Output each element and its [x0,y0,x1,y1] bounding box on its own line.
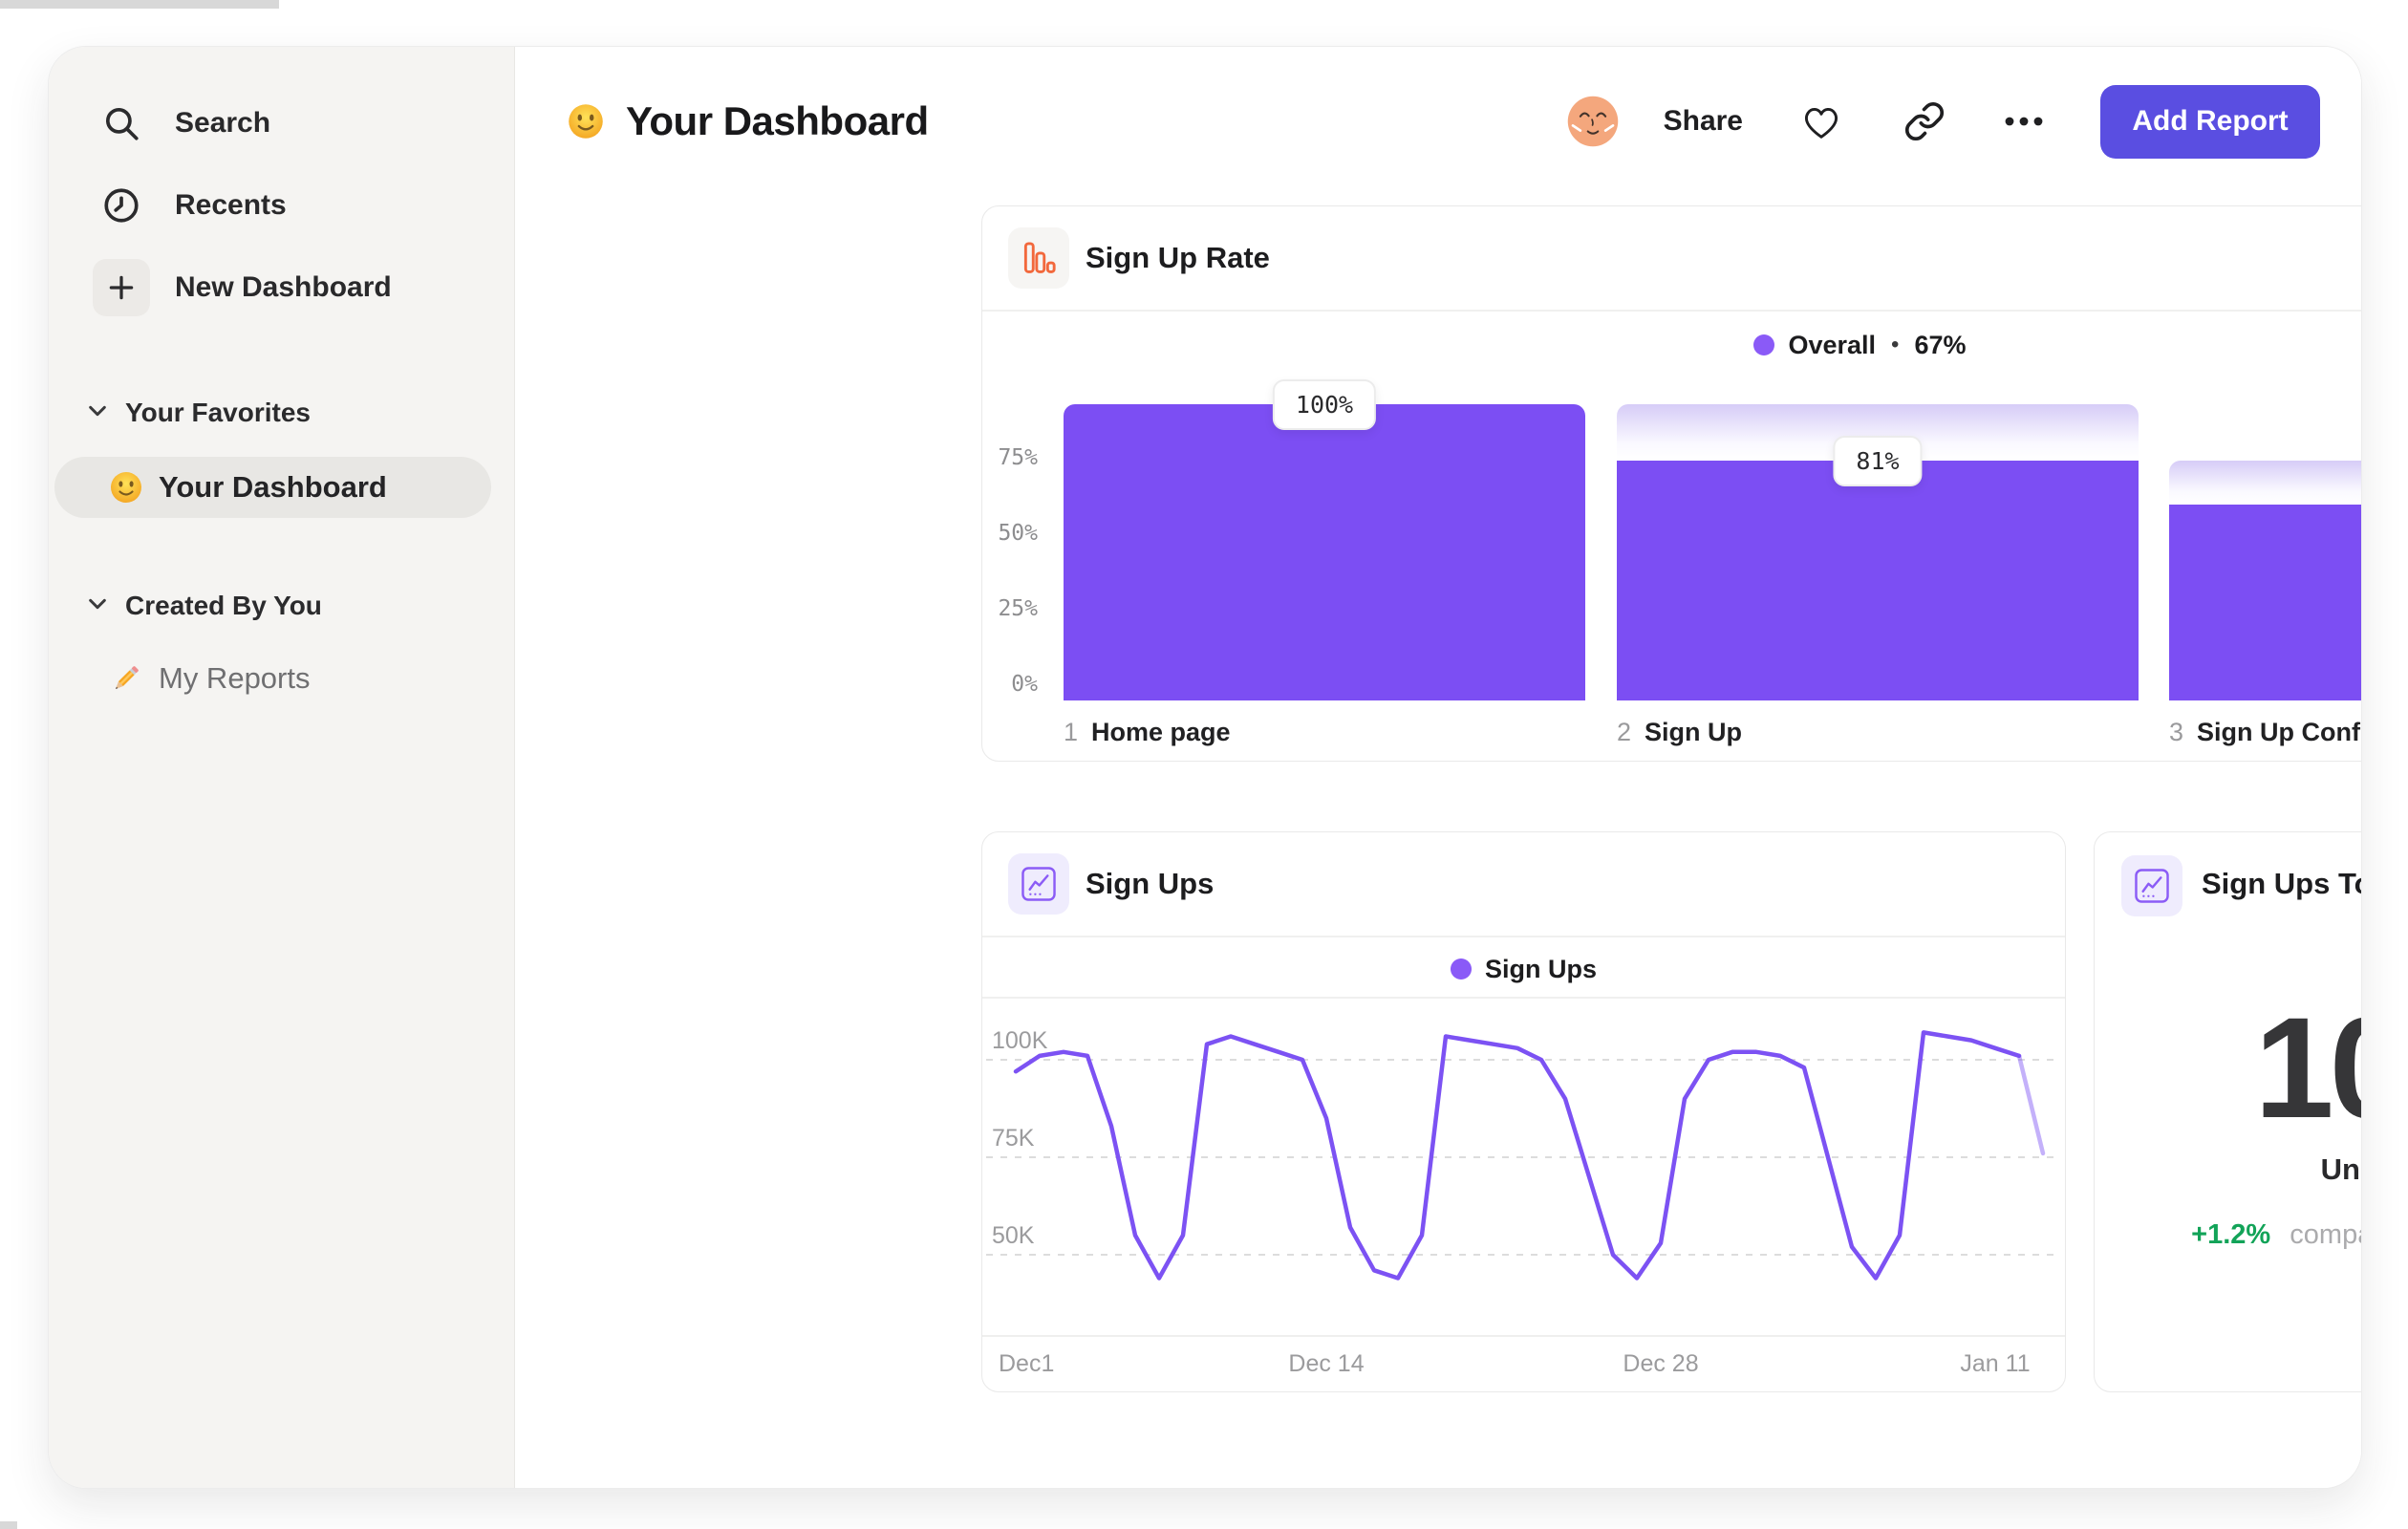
funnel-conversion-badge-step-1: 100% [1272,379,1377,430]
funnel-bar-step-3[interactable] [2169,505,2361,700]
screen-edge-artifact [0,0,279,9]
line-series-path [1013,1030,2022,1281]
metric-label: Unique Users [2320,1152,2361,1186]
funnel-chart-icon [1008,227,1069,289]
sidebar-item-label: My Reports [159,661,311,695]
line-y-tick-label: 75K [992,1125,1035,1152]
clock-icon [91,175,152,236]
line-chart-icon [1008,853,1069,915]
metric-delta: +1.2% [2191,1219,2271,1250]
line-chart-plot: 100K 75K 50K [986,1027,2061,1281]
avatar[interactable] [1566,95,1620,148]
funnel-y-tick-label: 75% [998,445,1038,470]
card-title: Sign Up Rate [1086,241,1270,274]
title-group: Your Dashboard [567,98,929,144]
copy-link-icon[interactable] [1898,95,1951,148]
chevron-down-icon [87,402,108,424]
pencil-emoji-icon [109,661,143,696]
line-series-path-incomplete [2016,1053,2046,1156]
line-x-tick-label: Dec1 [999,1350,1055,1377]
metric-delta-row: +1.2% compared to previous period [2095,1219,2361,1251]
page-title: Your Dashboard [626,98,929,143]
sidebar-item-search[interactable]: Search [91,93,270,154]
funnel-y-tick-label: 25% [998,596,1038,621]
sign-up-rate-card: Sign Up Rate Overall • 67% 75% 50% 25% 0… [981,205,2361,762]
more-options-icon[interactable] [1997,95,2051,148]
line-chart-icon [2121,855,2182,916]
sidebar-item-label: Your Dashboard [159,470,387,504]
legend-series-name: Sign Ups [1484,954,1597,983]
funnel-step-label: 1 Home page [1064,718,1231,746]
smiley-emoji-icon [567,102,605,140]
sign-ups-today-card: Sign Ups Today 100K Unique Users +1.2% c… [2094,831,2361,1392]
screen-edge-artifact-bottom [0,1521,17,1529]
app-window: Search Recents New Dashboard Your Favori… [48,46,2362,1489]
line-y-tick-label: 100K [992,1027,1048,1054]
metric-value: 100K [2254,987,2361,1148]
sidebar-item-label: Recents [175,189,287,221]
search-icon [91,93,152,154]
card-header: Sign Ups Today [2095,832,2361,936]
funnel-bar-step-2[interactable] [1617,460,2139,700]
sidebar-section-created-by-you[interactable]: Created By You [87,587,322,625]
line-legend[interactable]: Sign Ups [982,947,2065,991]
sidebar-item-your-dashboard[interactable]: Your Dashboard [54,457,491,518]
favorite-heart-icon[interactable] [1795,95,1848,148]
funnel-y-tick-label: 0% [1011,672,1038,697]
header-actions: Share Add Report [1566,84,2320,159]
line-x-tick-label: Jan 11 [1960,1350,2031,1377]
dashboard-header: Your Dashboard Share Add Report [567,84,2320,159]
plus-icon [93,259,150,316]
line-x-tick-label: Dec 14 [1288,1350,1365,1377]
main-content: Your Dashboard Share Add Report Sign Up … [515,47,2361,1488]
legend-dot [1450,958,1472,980]
line-x-tick-label: Dec 28 [1623,1350,1699,1377]
card-header: Sign Up Rate [982,206,2361,310]
section-title: Your Favorites [125,398,311,427]
smiley-emoji-icon [109,470,143,505]
funnel-step-label: 3Sign Up Confirmation [2169,718,2361,746]
funnel-conversion-badge-step-2: 81% [1833,435,1923,486]
metric-delta-note: compared to previous period [2290,1219,2361,1250]
sidebar-item-new-dashboard[interactable]: New Dashboard [91,257,392,318]
funnel-step-label: 2 Sign Up [1617,718,1743,746]
sidebar-item-label: New Dashboard [175,271,392,303]
funnel-bar-step-1[interactable] [1064,404,1585,700]
divider [982,936,2065,937]
sidebar-item-my-reports[interactable]: My Reports [54,648,491,709]
card-title: Sign Ups [1086,867,1215,900]
funnel-bar-ghost-step-3 [2169,460,2361,506]
sidebar-item-recents[interactable]: Recents [91,175,287,236]
card-header: Sign Ups [982,832,2065,936]
line-y-tick-label: 50K [992,1222,1035,1249]
add-report-button[interactable]: Add Report [2100,84,2320,159]
sidebar-item-label: Search [175,107,271,139]
line-chart-x-axis: Dec1 Dec 14 Dec 28 Jan 11 [982,1335,2065,1394]
sidebar: Search Recents New Dashboard Your Favori… [49,47,515,1488]
card-title: Sign Ups Today [2202,867,2361,900]
section-title: Created By You [125,591,322,620]
sidebar-section-your-favorites[interactable]: Your Favorites [87,394,311,432]
chevron-down-icon [87,595,108,617]
page: Search Recents New Dashboard Your Favori… [0,0,2408,1529]
share-button[interactable]: Share [1664,105,1743,138]
funnel-y-tick-label: 50% [998,521,1038,546]
sign-ups-card: Sign Ups Sign Ups 100K 75K 50K Dec1 Dec 14 D… [981,831,2066,1392]
funnel-plot: 75%50%25%0%100%1Home page81%2Sign Up82%3… [982,310,2361,761]
